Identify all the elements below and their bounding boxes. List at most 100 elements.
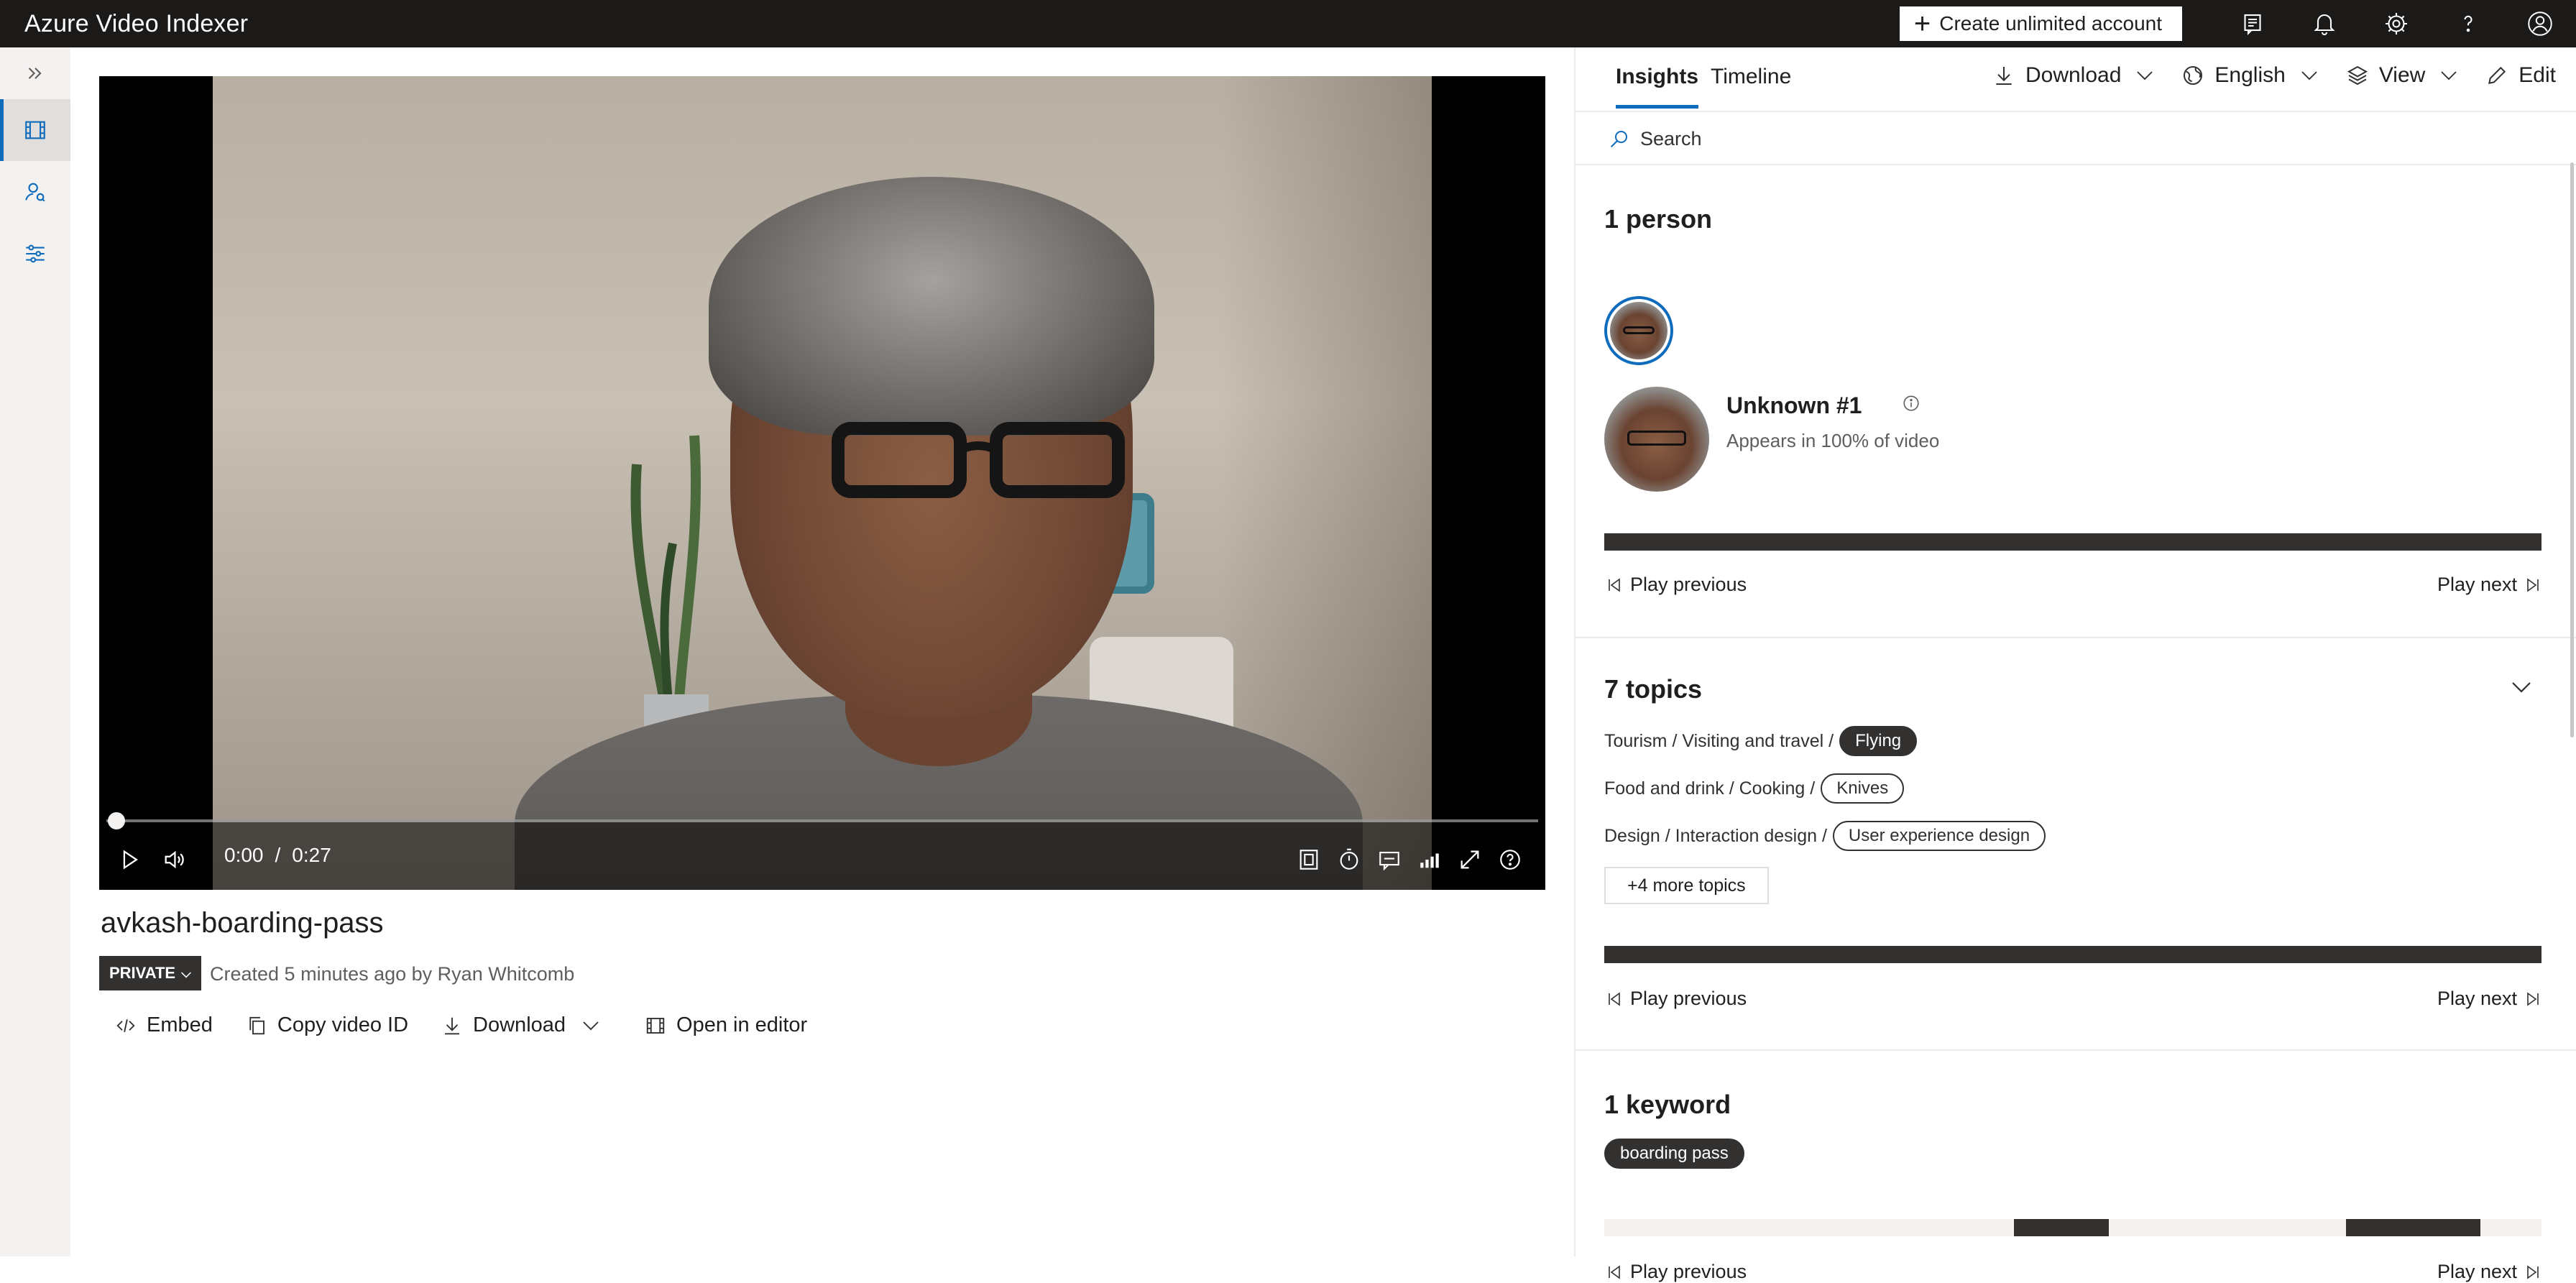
- video-player[interactable]: 0:00 / 0:27: [99, 76, 1545, 890]
- download-icon: [1996, 67, 2012, 85]
- play-next-label: Play next: [2437, 574, 2517, 595]
- face-thumbnail[interactable]: [1604, 296, 1673, 365]
- double-chevron-right-icon: [28, 68, 42, 79]
- seek-thumb[interactable]: [108, 812, 125, 829]
- top-bar: Azure Video Indexer + Create unlimited a…: [0, 0, 2576, 47]
- tab-timeline[interactable]: Timeline: [1711, 65, 1791, 89]
- keyword-occurrence-segment[interactable]: [2345, 1219, 2481, 1236]
- visibility-dropdown[interactable]: PRIVATE ⌵: [99, 956, 201, 990]
- chevron-down-icon: [583, 1021, 599, 1030]
- settings-sliders-icon: [26, 244, 45, 263]
- language-menu[interactable]: English: [2181, 63, 2319, 88]
- topics-play-next-button[interactable]: Play next: [2437, 988, 2542, 1010]
- download-label: Download: [473, 1013, 566, 1036]
- copy-video-id-button[interactable]: Copy video ID: [246, 1013, 408, 1037]
- chevron-down-icon: [2137, 71, 2153, 81]
- face-avatar: [1604, 387, 1709, 492]
- search-input[interactable]: [1640, 127, 2359, 150]
- info-icon[interactable]: [1902, 394, 1920, 413]
- current-time: 0:00: [224, 844, 264, 866]
- help-icon[interactable]: [2432, 0, 2504, 47]
- keyword-timeline-bar[interactable]: [1604, 1219, 2542, 1236]
- keywords-play-previous-button[interactable]: Play previous: [1606, 1261, 1747, 1283]
- play-previous-label: Play previous: [1630, 574, 1747, 595]
- rail-item-people[interactable]: [0, 161, 70, 223]
- keywords-play-next-button[interactable]: Play next: [2437, 1261, 2542, 1283]
- glasses-image: [832, 422, 1125, 498]
- play-icon: [123, 850, 138, 870]
- people-section: 1 person Unknown #1 Appears in 100% of v…: [1576, 167, 2576, 638]
- create-account-label: Create unlimited account: [1939, 12, 2162, 35]
- topic-row: Food and drink / Cooking / Knives: [1604, 773, 1905, 804]
- tab-insights[interactable]: Insights: [1616, 65, 1699, 109]
- person-timeline-bar[interactable]: [1604, 533, 2542, 551]
- download-button[interactable]: Download: [441, 1013, 612, 1037]
- topic-timeline-bar[interactable]: [1604, 946, 2542, 963]
- search-icon: [1611, 131, 1627, 147]
- player-help-button[interactable]: [1492, 840, 1528, 880]
- copy-icon: [249, 1016, 264, 1034]
- download-icon: [445, 1017, 460, 1034]
- user-icon[interactable]: [2504, 0, 2576, 47]
- feedback-icon[interactable]: [2217, 0, 2288, 47]
- insights-panel: Insights Timeline Download English View …: [1574, 47, 2576, 1282]
- plant-image: [630, 435, 709, 752]
- play-previous-label: Play previous: [1630, 1261, 1747, 1282]
- copy-video-id-label: Copy video ID: [277, 1013, 409, 1036]
- topics-section: 7 topics Tourism / Visiting and travel /…: [1576, 638, 2576, 1051]
- timer-icon: [1340, 848, 1358, 870]
- more-topics-button[interactable]: +4 more topics: [1604, 867, 1769, 904]
- rail-item-videos[interactable]: [0, 99, 70, 161]
- rail-item-customization[interactable]: [0, 223, 70, 285]
- people-play-previous-button[interactable]: Play previous: [1606, 574, 1747, 596]
- panel-download-menu[interactable]: Download: [1992, 63, 2156, 88]
- captions-icon: [1379, 852, 1399, 871]
- layers-icon: [2347, 65, 2368, 86]
- collapse-chevron-icon[interactable]: [2508, 674, 2534, 700]
- seek-bar[interactable]: [106, 812, 1538, 829]
- topics-title: 7 topics: [1604, 674, 1703, 704]
- create-unlimited-account-button[interactable]: + Create unlimited account: [1899, 6, 2182, 41]
- keyword-list: boarding pass: [1604, 1139, 1744, 1169]
- captions-sync-button[interactable]: [1291, 840, 1327, 880]
- people-title: 1 person: [1604, 204, 1713, 234]
- playback-speed-button[interactable]: [1331, 840, 1367, 880]
- view-menu[interactable]: View: [2346, 63, 2460, 88]
- volume-button[interactable]: [154, 840, 194, 880]
- topic-tag[interactable]: User experience design: [1832, 821, 2046, 851]
- person-name[interactable]: Unknown #1: [1726, 392, 1862, 419]
- fullscreen-button[interactable]: [1452, 840, 1488, 880]
- topic-tag[interactable]: Flying: [1839, 726, 1918, 756]
- topic-path: Tourism / Visiting and travel /: [1604, 730, 1834, 751]
- bell-icon[interactable]: [2288, 0, 2360, 47]
- insights-search: [1576, 114, 2576, 165]
- embed-label: Embed: [147, 1013, 213, 1036]
- play-next-label: Play next: [2437, 988, 2517, 1009]
- view-label: View: [2378, 63, 2426, 87]
- topics-play-previous-button[interactable]: Play previous: [1606, 988, 1747, 1010]
- panel-download-label: Download: [2025, 63, 2122, 87]
- topic-tag[interactable]: Knives: [1821, 773, 1905, 804]
- people-play-next-button[interactable]: Play next: [2437, 574, 2542, 596]
- gear-icon[interactable]: [2360, 0, 2432, 47]
- panel-toolbar: Download English View Edit: [1966, 63, 2556, 88]
- edit-button[interactable]: Edit: [2485, 63, 2556, 88]
- skip-next-icon: [2527, 577, 2539, 592]
- expand-rail-button[interactable]: [0, 47, 70, 99]
- quality-button[interactable]: [1412, 840, 1448, 880]
- video-lock-icon: [1300, 850, 1318, 870]
- pencil-icon: [2488, 66, 2506, 84]
- keyword-occurrence-segment[interactable]: [2013, 1219, 2110, 1236]
- code-icon: [116, 1018, 135, 1032]
- open-in-editor-button[interactable]: Open in editor: [645, 1013, 807, 1037]
- language-label: English: [2214, 63, 2286, 87]
- captions-button[interactable]: [1371, 840, 1407, 880]
- play-button[interactable]: [109, 840, 150, 880]
- embed-button[interactable]: Embed: [115, 1013, 213, 1037]
- panel-tabs: Insights Timeline Download English View …: [1576, 47, 2576, 112]
- app-title[interactable]: Azure Video Indexer: [24, 10, 248, 38]
- visibility-label: PRIVATE: [109, 964, 176, 982]
- expand-icon: [1460, 850, 1479, 869]
- keyword-tag[interactable]: boarding pass: [1604, 1139, 1744, 1169]
- panel-scrollbar[interactable]: [2570, 162, 2574, 737]
